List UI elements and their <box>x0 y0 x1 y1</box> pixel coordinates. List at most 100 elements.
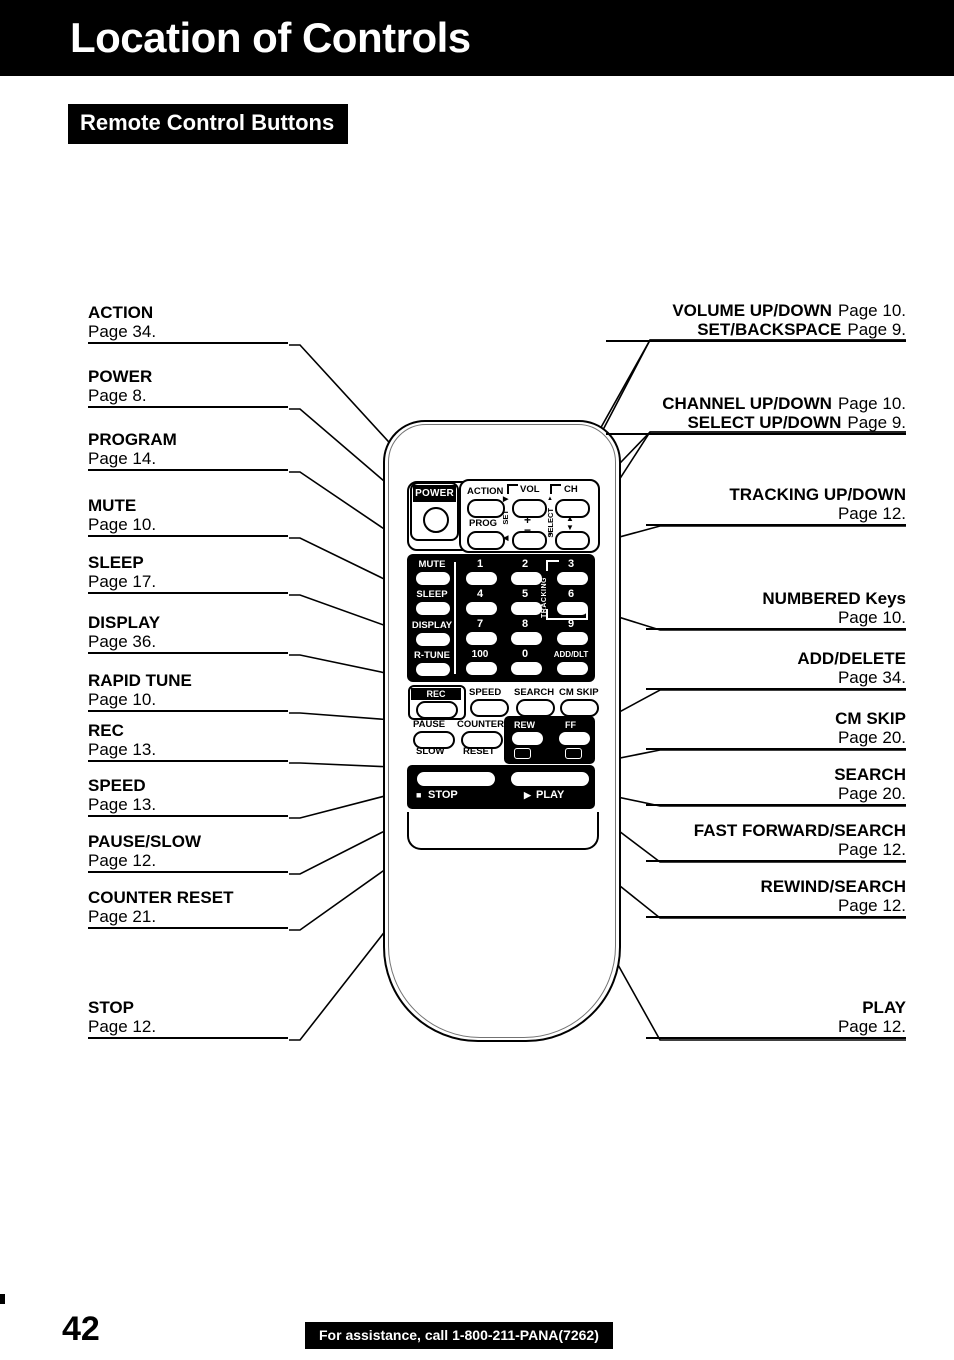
callout-program: PROGRAM Page 14. <box>88 430 288 471</box>
callout-title: REWIND/SEARCH <box>760 877 906 896</box>
select-down-arrow-icon: ▼ <box>547 532 553 538</box>
callout-rule <box>88 469 288 471</box>
callout-page: Page 12. <box>837 1017 906 1036</box>
action-button[interactable] <box>467 499 505 518</box>
set-left-arrow-icon: ◀ <box>503 535 509 542</box>
key-4-label: 4 <box>476 588 484 600</box>
callout-page: Page 12. <box>837 840 906 859</box>
callout-page: Page 34. <box>88 322 157 341</box>
callout-title: FAST FORWARD/SEARCH <box>693 821 906 840</box>
callout-title: MUTE <box>88 496 137 515</box>
action-label: ACTION <box>467 486 504 497</box>
key-5-label: 5 <box>521 588 529 600</box>
callout-title: RAPID TUNE <box>88 671 192 690</box>
rapid-tune-button[interactable] <box>415 662 451 677</box>
play-text-label: PLAY <box>536 789 565 801</box>
key-4-button[interactable] <box>465 601 498 616</box>
callout-title: CM SKIP <box>835 709 906 728</box>
power-button[interactable] <box>423 507 449 533</box>
set-label: SET <box>501 510 510 525</box>
callout-title: CHANNEL UP/DOWN <box>662 394 832 413</box>
play-glyph-icon: ▶ <box>524 790 531 800</box>
callout-rule <box>606 340 906 342</box>
callout-sleep: SLEEP Page 17. <box>88 553 288 594</box>
callout-page: Page 14. <box>88 449 157 468</box>
callout-rule <box>606 433 906 435</box>
callout-line: SELECT UP/DOWN Page 9. <box>606 413 906 432</box>
callout-title: ADD/DELETE <box>797 649 906 668</box>
key-0-button[interactable] <box>510 661 543 676</box>
sleep-button[interactable] <box>415 601 451 616</box>
tracking-bracket-top-icon <box>546 560 559 571</box>
rewind-button[interactable] <box>511 731 544 746</box>
callout-rule <box>646 860 906 862</box>
key-3-label: 3 <box>567 558 575 570</box>
set-right-arrow-icon: ▶ <box>503 496 509 503</box>
key-2-button[interactable] <box>510 571 543 586</box>
callout-channel-select: CHANNEL UP/DOWN Page 10. SELECT UP/DOWN … <box>606 394 906 435</box>
key-3-button[interactable] <box>556 571 589 586</box>
callout-line: CHANNEL UP/DOWN Page 10. <box>606 394 906 413</box>
channel-down-button[interactable] <box>555 531 590 550</box>
mute-button[interactable] <box>415 571 451 586</box>
search-button[interactable] <box>516 699 555 717</box>
callout-rec: REC Page 13. <box>88 721 288 762</box>
vol-down-button[interactable] <box>512 531 547 550</box>
play-button[interactable] <box>510 771 590 787</box>
vol-bracket-icon <box>507 484 518 494</box>
callout-title: SELECT UP/DOWN <box>687 413 842 432</box>
stop-button[interactable] <box>416 771 496 787</box>
callout-page: Page 10. <box>837 608 906 627</box>
callout-rule <box>88 1037 288 1039</box>
edge-tick-mark <box>0 1294 5 1304</box>
callout-rule <box>88 927 288 929</box>
callout-play: PLAY Page 12. <box>646 998 906 1039</box>
ff-arrow-icon <box>565 748 582 759</box>
key-7-button[interactable] <box>465 631 498 646</box>
callout-rule <box>88 342 288 344</box>
callout-rewind-search: REWIND/SEARCH Page 12. <box>646 877 906 918</box>
callout-page: Page 13. <box>88 740 157 759</box>
callout-rule <box>88 535 288 537</box>
key-8-button[interactable] <box>510 631 543 646</box>
prog-button[interactable] <box>467 531 505 550</box>
cm-skip-label: CM SKIP <box>559 687 599 698</box>
key-1-button[interactable] <box>465 571 498 586</box>
key-5-button[interactable] <box>510 601 543 616</box>
power-button-group[interactable]: POWER <box>410 482 459 541</box>
key-2-label: 2 <box>521 558 529 570</box>
callout-rule <box>88 406 288 408</box>
keypad-divider <box>454 562 456 674</box>
add-delete-button[interactable] <box>556 661 589 676</box>
callout-page: Page 36. <box>88 632 157 651</box>
speed-button[interactable] <box>470 699 509 717</box>
callout-fast-forward-search: FAST FORWARD/SEARCH Page 12. <box>646 821 906 862</box>
callout-title: SEARCH <box>834 765 906 784</box>
callout-page: Page 9. <box>847 320 906 339</box>
display-button[interactable] <box>415 632 451 647</box>
callout-numbered-keys: NUMBERED Keys Page 10. <box>646 589 906 630</box>
cm-skip-button[interactable] <box>560 699 599 717</box>
channel-up-arrow-icon: ▲ <box>566 514 574 523</box>
callout-add-delete: ADD/DELETE Page 34. <box>646 649 906 690</box>
callout-rule <box>88 815 288 817</box>
callout-page: Page 17. <box>88 572 157 591</box>
callout-rule <box>646 628 906 630</box>
add-delete-label: ADD/DLT <box>553 650 589 659</box>
rec-button-group[interactable]: REC <box>408 685 466 720</box>
callout-page: Page 13. <box>88 795 157 814</box>
callout-rule <box>88 760 288 762</box>
callout-page: Page 10. <box>837 394 906 413</box>
select-up-arrow-icon: ▲ <box>547 496 553 502</box>
callout-rule <box>88 592 288 594</box>
fast-forward-button[interactable] <box>558 731 591 746</box>
key-100-button[interactable] <box>465 661 498 676</box>
callout-title: POWER <box>88 367 153 386</box>
vol-label: VOL <box>520 484 540 495</box>
callout-rule <box>88 871 288 873</box>
callout-title: PLAY <box>862 998 906 1017</box>
key-9-button[interactable] <box>556 631 589 646</box>
mute-label: MUTE <box>418 559 446 570</box>
rec-button[interactable] <box>416 701 458 719</box>
callout-line: VOLUME UP/DOWN Page 10. <box>606 301 906 320</box>
